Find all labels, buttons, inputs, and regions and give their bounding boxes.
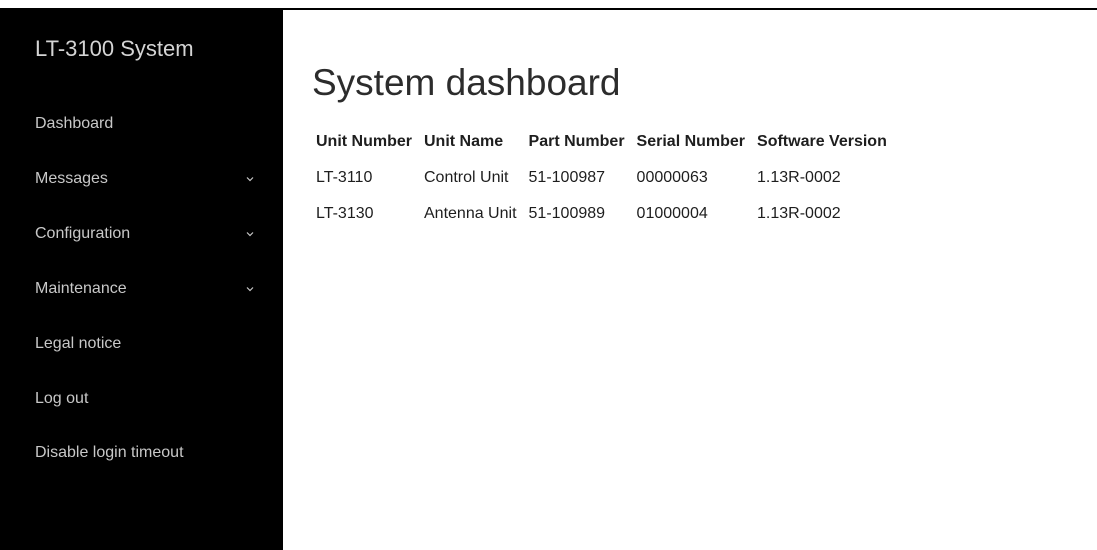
sidebar-item-disable-login-timeout[interactable]: Disable login timeout	[35, 444, 265, 474]
chevron-down-icon	[246, 177, 254, 182]
sidebar-item-legal-notice[interactable]: Legal notice	[35, 335, 265, 365]
column-header-unit-name: Unit Name	[424, 133, 504, 150]
cell-part-number: 51-100989	[528, 205, 606, 222]
table-header-row: Unit Number Unit Name Part Number Serial…	[310, 128, 893, 156]
chevron-down-icon	[246, 232, 254, 237]
column-header-part-number: Part Number	[528, 133, 625, 150]
table-row: LT-3130 Antenna Unit 51-100989 01000004 …	[310, 200, 893, 245]
sidebar-item-dashboard[interactable]: Dashboard	[35, 115, 265, 145]
units-table: Unit Number Unit Name Part Number Serial…	[310, 128, 893, 245]
cell-unit-name: Antenna Unit	[424, 205, 517, 222]
sidebar-item-messages[interactable]: Messages	[35, 170, 265, 200]
main-content: System dashboard Unit Number Unit Name P…	[283, 10, 1097, 550]
sidebar-item-maintenance[interactable]: Maintenance	[35, 280, 265, 310]
cell-software-version: 1.13R-0002	[757, 205, 841, 222]
sidebar-item-label: Legal notice	[35, 335, 122, 352]
chevron-down-icon	[246, 287, 254, 292]
app-window: LT-3100 System Dashboard Messages Config…	[0, 0, 1097, 550]
sidebar-item-label: Messages	[35, 170, 108, 187]
cell-serial-number: 00000063	[636, 169, 708, 186]
sidebar-item-label: Maintenance	[35, 280, 127, 297]
sidebar-item-configuration[interactable]: Configuration	[35, 225, 265, 255]
table-row: LT-3110 Control Unit 51-100987 00000063 …	[310, 156, 893, 200]
cell-unit-name: Control Unit	[424, 169, 509, 186]
sidebar-item-label: Log out	[35, 390, 89, 407]
sidebar-item-label: Dashboard	[35, 115, 114, 132]
column-header-unit-number: Unit Number	[316, 133, 412, 150]
page-title: System dashboard	[312, 62, 621, 103]
sidebar-item-label: Disable login timeout	[35, 444, 184, 461]
sidebar: LT-3100 System Dashboard Messages Config…	[0, 10, 283, 550]
cell-software-version: 1.13R-0002	[757, 169, 841, 186]
sidebar-item-label: Configuration	[35, 225, 131, 242]
cell-serial-number: 01000004	[636, 205, 708, 222]
app-title: LT-3100 System	[35, 36, 194, 61]
column-header-software-version: Software Version	[757, 133, 887, 150]
column-header-serial-number: Serial Number	[636, 133, 746, 150]
cell-part-number: 51-100987	[528, 169, 606, 186]
cell-unit-number: LT-3110	[316, 169, 373, 186]
sidebar-item-log-out[interactable]: Log out	[35, 390, 265, 420]
cell-unit-number: LT-3130	[316, 205, 374, 222]
